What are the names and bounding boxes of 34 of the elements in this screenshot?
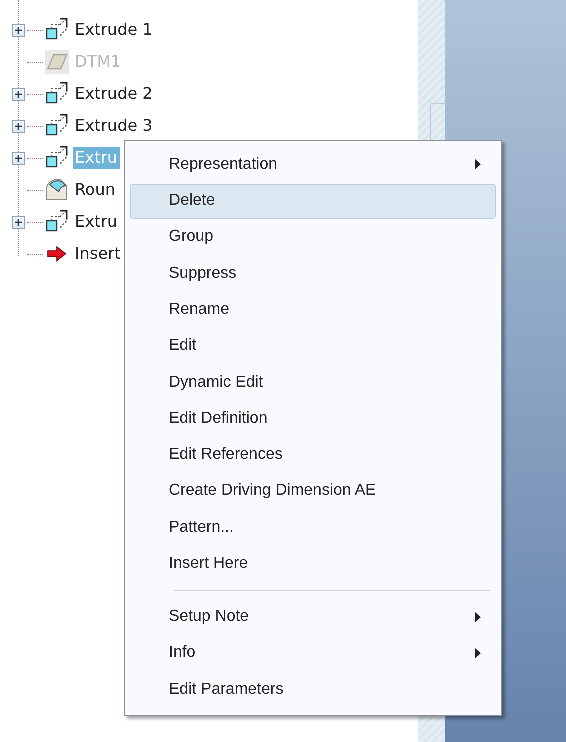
tree-item[interactable]: Extrude 2: [73, 83, 155, 105]
menu-item[interactable]: Info: [130, 636, 496, 671]
menu-item[interactable]: Group: [130, 220, 496, 255]
tree-item[interactable]: Extru: [73, 211, 120, 233]
tree-item[interactable]: Extrude 1: [73, 19, 155, 41]
tree-item[interactable]: Roun: [73, 179, 118, 201]
tree-item[interactable]: Insert: [73, 243, 123, 265]
menu-item[interactable]: Edit Definition: [130, 401, 496, 436]
menu-item[interactable]: Pattern...: [130, 510, 496, 546]
datum-plane-icon: [45, 50, 69, 74]
menu-item[interactable]: Insert Here: [130, 546, 496, 582]
menu-item[interactable]: Delete: [130, 184, 496, 219]
menu-item[interactable]: Representation: [130, 147, 496, 182]
menu-item[interactable]: Suppress: [130, 256, 496, 292]
expand-icon[interactable]: [12, 88, 25, 100]
menu-item[interactable]: Dynamic Edit: [130, 365, 496, 400]
menu-item[interactable]: Edit References: [130, 438, 496, 473]
extrude-icon: [45, 18, 69, 42]
expand-icon[interactable]: [12, 24, 25, 36]
menu-item[interactable]: Edit Parameters: [130, 672, 496, 708]
menu-item[interactable]: Edit: [130, 328, 496, 364]
menu-item[interactable]: Rename: [130, 292, 496, 328]
expand-icon[interactable]: [12, 152, 25, 164]
round-icon: [45, 178, 69, 202]
extrude-icon: [45, 82, 69, 106]
arrow-icon: [47, 246, 67, 262]
expand-icon[interactable]: [12, 216, 25, 228]
expand-icon[interactable]: [12, 120, 25, 132]
extrude-icon: [45, 114, 69, 138]
tree-item[interactable]: Extrude 3: [73, 115, 155, 137]
extrude-icon: [45, 146, 69, 170]
menu-item[interactable]: Setup Note: [130, 600, 496, 635]
extrude-icon: [45, 210, 69, 234]
menu-item[interactable]: Create Driving Dimension AE: [130, 474, 496, 509]
